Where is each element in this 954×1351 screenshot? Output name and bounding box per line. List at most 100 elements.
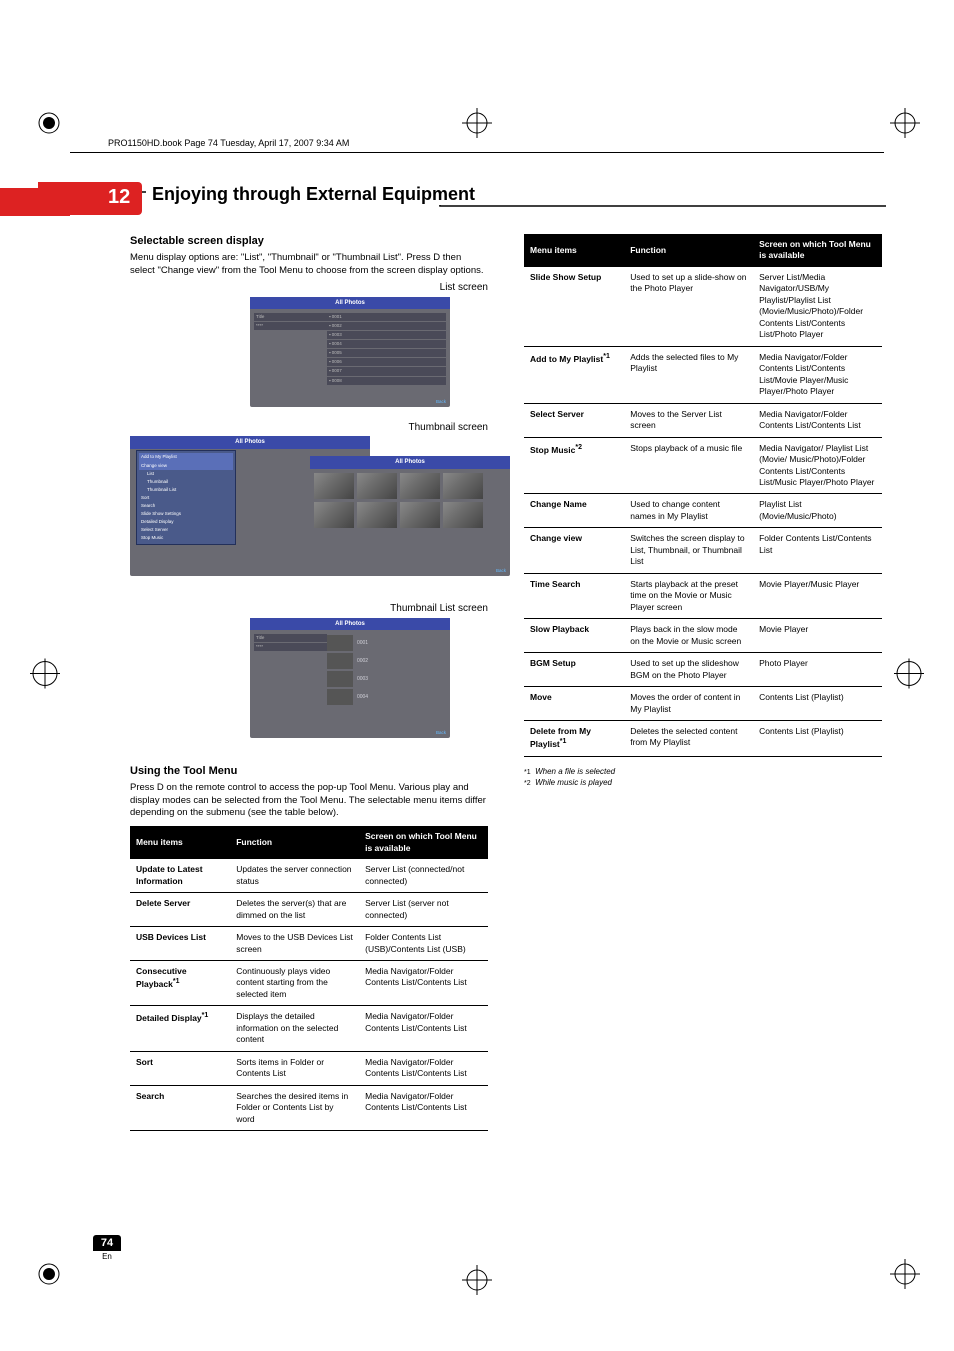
table-row: Change NameUsed to change content names … xyxy=(524,494,882,528)
cell-menu-item: Add to My Playlist*1 xyxy=(524,346,624,403)
cell-menu-item: BGM Setup xyxy=(524,653,624,687)
cell-availability: Contents List (Playlist) xyxy=(753,687,882,721)
table-header-function: Function xyxy=(624,234,753,267)
cell-availability: Media Navigator/Folder Contents List/Con… xyxy=(753,403,882,437)
footnotes: *1 When a file is selected *2 While musi… xyxy=(524,767,882,789)
crop-mark-icon xyxy=(462,1265,492,1295)
cell-menu-item: Sort xyxy=(130,1051,230,1085)
cell-availability: Media Navigator/Folder Contents List/Con… xyxy=(359,1006,488,1051)
cell-function: Moves the order of content in My Playlis… xyxy=(624,687,753,721)
table-header-function: Function xyxy=(230,826,359,859)
cell-availability: Folder Contents List (USB)/Contents List… xyxy=(359,927,488,961)
cell-availability: Server List/Media Navigator/USB/My Playl… xyxy=(753,267,882,346)
table-row: Detailed Display*1Displays the detailed … xyxy=(130,1006,488,1051)
table-row: Delete ServerDeletes the server(s) that … xyxy=(130,893,488,927)
heading-selectable-display: Selectable screen display xyxy=(130,234,488,249)
cell-function: Deletes the selected content from My Pla… xyxy=(624,721,753,757)
table-row: BGM SetupUsed to set up the slideshow BG… xyxy=(524,653,882,687)
table-row: USB Devices ListMoves to the USB Devices… xyxy=(130,927,488,961)
table-header-screen: Screen on which Tool Menu is available xyxy=(359,826,488,859)
crop-mark-icon xyxy=(890,108,920,138)
cell-menu-item: Slide Show Setup xyxy=(524,267,624,346)
cell-function: Continuously plays video content startin… xyxy=(230,961,359,1006)
cell-availability: Media Navigator/ Playlist List (Movie/ M… xyxy=(753,437,882,494)
cell-menu-item: Move xyxy=(524,687,624,721)
paragraph-using-tool-menu: Press D on the remote control to access … xyxy=(130,782,488,820)
cell-function: Moves to the Server List screen xyxy=(624,403,753,437)
tool-menu-table-left: Menu items Function Screen on which Tool… xyxy=(130,826,488,1131)
table-header-menu-items: Menu items xyxy=(130,826,230,859)
table-row: Time SearchStarts playback at the preset… xyxy=(524,573,882,618)
crop-mark-icon xyxy=(34,1259,64,1289)
screenshot-title: All Photos xyxy=(250,297,450,309)
cell-availability: Photo Player xyxy=(753,653,882,687)
cell-availability: Media Navigator/Folder Contents List/Con… xyxy=(753,346,882,403)
cell-function: Used to set up the slideshow BGM on the … xyxy=(624,653,753,687)
cell-availability: Server List (connected/not connected) xyxy=(359,859,488,892)
cell-menu-item: Detailed Display*1 xyxy=(130,1006,230,1051)
chapter-header: 12 Enjoying through External Equipment xyxy=(0,188,954,222)
table-row: SearchSearches the desired items in Fold… xyxy=(130,1085,488,1130)
cell-function: Adds the selected files to My Playlist xyxy=(624,346,753,403)
cell-function: Updates the server connection status xyxy=(230,859,359,892)
cell-function: Starts playback at the preset time on th… xyxy=(624,573,753,618)
table-row: MoveMoves the order of content in My Pla… xyxy=(524,687,882,721)
cell-availability: Movie Player xyxy=(753,619,882,653)
page-number-badge: 74 En xyxy=(86,1233,128,1261)
cell-availability: Folder Contents List/Contents List xyxy=(753,528,882,573)
cell-menu-item: Update to Latest Information xyxy=(130,859,230,892)
cell-availability: Media Navigator/Folder Contents List/Con… xyxy=(359,1051,488,1085)
chapter-title: Enjoying through External Equipment xyxy=(146,184,481,205)
cell-menu-item: Delete Server xyxy=(130,893,230,927)
print-slug: PRO1150HD.book Page 74 Tuesday, April 17… xyxy=(108,138,349,148)
slug-rule xyxy=(70,152,884,153)
cell-function: Moves to the USB Devices List screen xyxy=(230,927,359,961)
cell-menu-item: Stop Music*2 xyxy=(524,437,624,494)
screenshot-thumbnail-grid: All Photos Back xyxy=(310,456,510,576)
paragraph-selectable-display: Menu display options are: "List", "Thumb… xyxy=(130,252,488,278)
cell-menu-item: Select Server xyxy=(524,403,624,437)
cell-availability: Movie Player/Music Player xyxy=(753,573,882,618)
cell-menu-item: Slow Playback xyxy=(524,619,624,653)
page-language: En xyxy=(86,1252,128,1261)
tool-menu-table-right: Menu items Function Screen on which Tool… xyxy=(524,234,882,757)
crop-mark-icon xyxy=(34,108,64,138)
cell-function: Displays the detailed information on the… xyxy=(230,1006,359,1051)
cell-availability: Server List (server not connected) xyxy=(359,893,488,927)
table-row: Update to Latest InformationUpdates the … xyxy=(130,859,488,892)
screenshot-thumbnail-group: All Photos Add to My Playlist Change vie… xyxy=(130,436,488,596)
cell-availability: Media Navigator/Folder Contents List/Con… xyxy=(359,961,488,1006)
screenshot-thumbnail-list: All Photos Title**** 0001 0002 0003 0004… xyxy=(250,618,450,738)
page-number: 74 xyxy=(93,1235,121,1251)
screenshot-list: All Photos Title **** ▪ 0001▪ 0002▪ 0003… xyxy=(250,297,450,407)
table-row: Change viewSwitches the screen display t… xyxy=(524,528,882,573)
caption-thumbnail-list-screen: Thumbnail List screen xyxy=(130,602,488,616)
table-row: SortSorts items in Folder or Contents Li… xyxy=(130,1051,488,1085)
chapter-number-badge: 12 xyxy=(78,182,142,215)
table-row: Delete from My Playlist*1Deletes the sel… xyxy=(524,721,882,757)
cell-function: Used to set up a slide-show on the Photo… xyxy=(624,267,753,346)
crop-mark-icon xyxy=(462,108,492,138)
cell-function: Stops playback of a music file xyxy=(624,437,753,494)
heading-using-tool-menu: Using the Tool Menu xyxy=(130,764,488,779)
caption-list-screen: List screen xyxy=(130,281,488,295)
table-row: Select ServerMoves to the Server List sc… xyxy=(524,403,882,437)
crop-mark-icon xyxy=(890,1259,920,1289)
registration-mark-icon xyxy=(30,658,60,693)
table-row: Slow PlaybackPlays back in the slow mode… xyxy=(524,619,882,653)
cell-function: Sorts items in Folder or Contents List xyxy=(230,1051,359,1085)
table-header-screen: Screen on which Tool Menu is available xyxy=(753,234,882,267)
cell-menu-item: Consecutive Playback*1 xyxy=(130,961,230,1006)
table-row: Stop Music*2Stops playback of a music fi… xyxy=(524,437,882,494)
cell-availability: Media Navigator/Folder Contents List/Con… xyxy=(359,1085,488,1130)
table-row: Slide Show SetupUsed to set up a slide-s… xyxy=(524,267,882,346)
registration-mark-icon xyxy=(894,658,924,693)
cell-function: Deletes the server(s) that are dimmed on… xyxy=(230,893,359,927)
cell-function: Searches the desired items in Folder or … xyxy=(230,1085,359,1130)
table-row: Add to My Playlist*1Adds the selected fi… xyxy=(524,346,882,403)
caption-thumbnail-screen: Thumbnail screen xyxy=(130,421,488,435)
cell-menu-item: Change Name xyxy=(524,494,624,528)
cell-function: Plays back in the slow mode on the Movie… xyxy=(624,619,753,653)
cell-function: Switches the screen display to List, Thu… xyxy=(624,528,753,573)
cell-menu-item: Change view xyxy=(524,528,624,573)
